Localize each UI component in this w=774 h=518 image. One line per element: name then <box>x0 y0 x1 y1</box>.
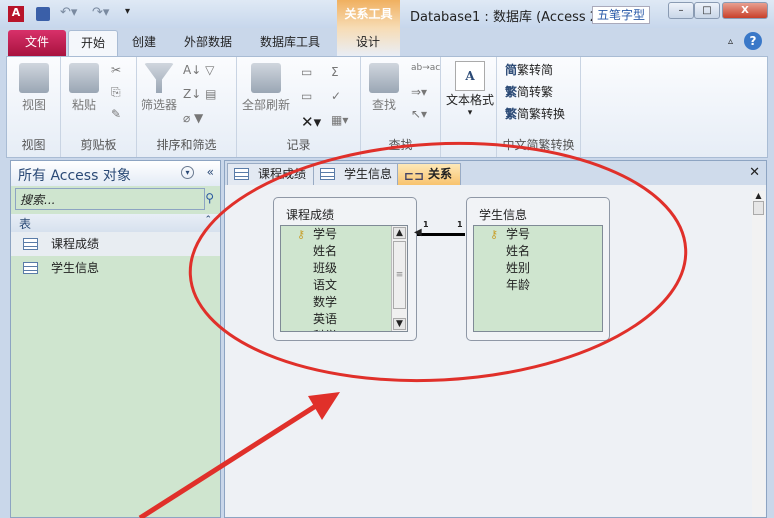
annotation-arrow <box>138 399 324 518</box>
annotation-ellipse <box>188 141 688 383</box>
annotation-overlay <box>138 141 688 518</box>
